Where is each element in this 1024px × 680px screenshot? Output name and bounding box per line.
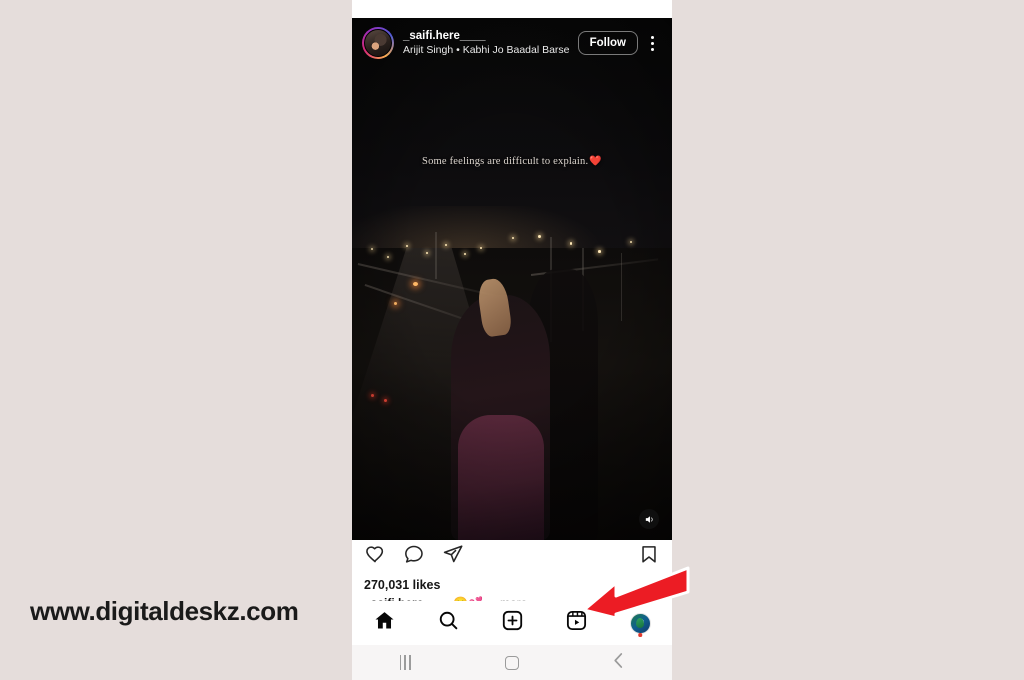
system-back-button[interactable]: [565, 652, 672, 674]
search-icon: [437, 609, 460, 637]
follow-button[interactable]: Follow: [577, 31, 638, 55]
nav-tab-search[interactable]: [416, 601, 480, 645]
comment-icon[interactable]: [403, 543, 425, 570]
system-home-button[interactable]: [459, 655, 566, 670]
action-icons-left: [364, 543, 464, 570]
kebab-menu-icon[interactable]: [642, 28, 662, 58]
post-username[interactable]: _saifi.here____: [403, 30, 578, 43]
share-icon[interactable]: [442, 543, 464, 570]
home-icon: [373, 609, 396, 637]
recents-icon: [399, 655, 412, 670]
site-watermark: www.digitaldeskz.com: [30, 596, 299, 626]
nav-tab-create[interactable]: [480, 601, 544, 645]
home-square-icon: [505, 655, 519, 670]
system-recents-button[interactable]: [352, 655, 459, 670]
avatar: [364, 29, 392, 57]
video-caption-text: Some feelings are difficult to explain.: [422, 156, 589, 167]
story-avatar-ring[interactable]: [362, 27, 394, 59]
android-system-nav: [352, 645, 672, 680]
post-media[interactable]: _saifi.here____ Arijit Singh • Kabhi Jo …: [352, 18, 672, 540]
screenshot-root: www.digitaldeskz.com _saifi.here____ Ari…: [0, 0, 1024, 680]
speaker-icon[interactable]: [639, 509, 659, 529]
heart-icon[interactable]: [364, 543, 386, 570]
video-caption-overlay: Some feelings are difficult to explain.❤…: [352, 156, 672, 167]
post-author-info: _saifi.here____ Arijit Singh • Kabhi Jo …: [403, 30, 578, 56]
video-scene: [352, 18, 672, 540]
post-header: _saifi.here____ Arijit Singh • Kabhi Jo …: [352, 18, 672, 68]
notification-dot: [638, 633, 642, 637]
post-audio-track[interactable]: Arijit Singh • Kabhi Jo Baadal Barse: [403, 44, 578, 56]
red-pointer-arrow: [576, 552, 692, 620]
arrow-shape: [582, 566, 690, 620]
back-chevron-icon: [611, 652, 626, 674]
likes-count[interactable]: 270,031 likes: [364, 578, 440, 592]
status-bar-strip: [352, 0, 672, 18]
nav-tab-home[interactable]: [352, 601, 416, 645]
heart-emoji-icon: ❤️: [589, 156, 602, 167]
vignette-overlay: [352, 18, 672, 540]
plus-square-icon: [501, 609, 524, 637]
